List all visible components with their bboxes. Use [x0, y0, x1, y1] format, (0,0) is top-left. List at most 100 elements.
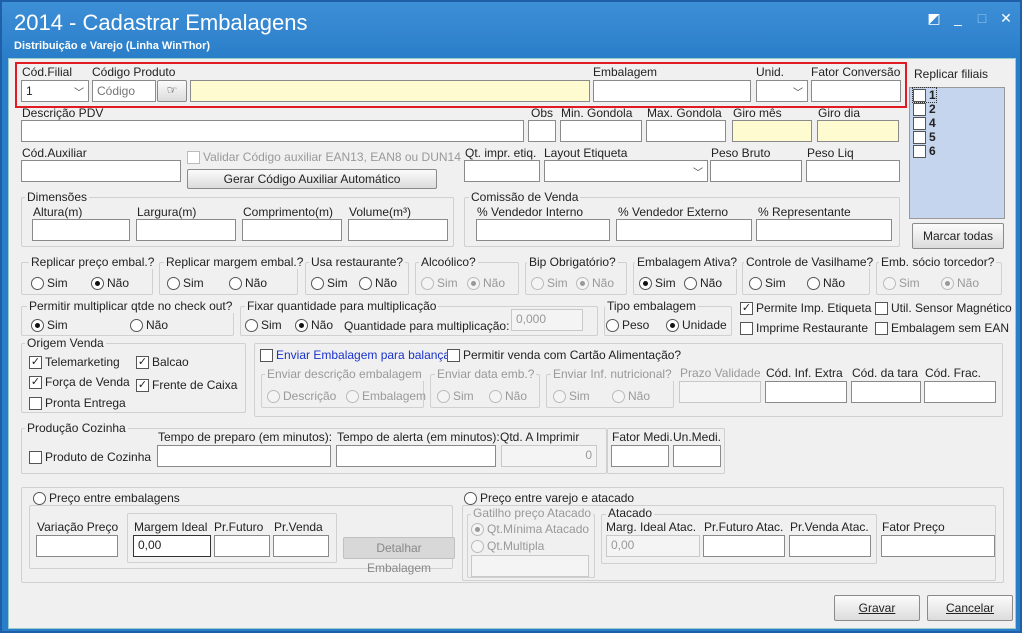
obs-input[interactable]	[528, 120, 556, 142]
alcoolico-nao-radio[interactable]: Não	[467, 276, 505, 290]
vendedor-interno-input[interactable]	[476, 219, 610, 241]
qt-minima-radio[interactable]: Qt.Mínima Atacado	[471, 522, 589, 536]
filial-checkbox-6[interactable]: 6	[913, 144, 936, 158]
emb-socio-nao-radio[interactable]: Não	[941, 276, 979, 290]
qt-multipla-radio[interactable]: Qt.Multipla	[471, 539, 544, 553]
restore-layout-icon[interactable]: ◩	[924, 10, 944, 26]
controle-vasilhame-nao-radio[interactable]: Não	[807, 276, 845, 290]
fixar-sim-radio[interactable]: Sim	[245, 318, 282, 332]
embalagem-radio[interactable]: Embalagem	[346, 389, 426, 403]
detalhar-embalagem-button[interactable]: Detalhar Embalagem	[343, 537, 455, 575]
gatilho-input[interactable]	[471, 555, 589, 577]
fator-preco-input[interactable]	[881, 535, 995, 557]
descricao-radio[interactable]: Descrição	[267, 389, 336, 403]
cod-frac-input[interactable]	[924, 381, 996, 403]
cod-tara-input[interactable]	[851, 381, 921, 403]
variacao-preco-input[interactable]	[36, 535, 118, 557]
peso-liq-input[interactable]	[806, 160, 900, 182]
replicar-margem-sim-radio[interactable]: Sim	[167, 276, 204, 290]
util-sensor-checkbox[interactable]: Util. Sensor Magnético	[875, 301, 1012, 315]
vendedor-externo-input[interactable]	[616, 219, 752, 241]
marg-ideal-atac-input[interactable]: 0,00	[606, 535, 700, 557]
preco-entre-embalagens-radio[interactable]: Preço entre embalagens	[31, 491, 182, 505]
qt-impr-input[interactable]	[464, 160, 540, 182]
usa-restaurante-sim-radio[interactable]: Sim	[311, 276, 348, 290]
max-gondola-input[interactable]	[646, 120, 726, 142]
filial-checkbox-2[interactable]: 2	[913, 102, 936, 116]
controle-vasilhame-sim-radio[interactable]: Sim	[749, 276, 786, 290]
bip-sim-radio[interactable]: Sim	[531, 276, 568, 290]
margem-ideal-input[interactable]: 0,00	[133, 535, 211, 557]
descricao-pdv-input[interactable]	[21, 120, 524, 142]
permitir-multiplicar-sim-radio[interactable]: Sim	[31, 318, 68, 332]
filial-checkbox-4[interactable]: 4	[913, 116, 936, 130]
enviar-data-sim-radio[interactable]: Sim	[437, 389, 474, 403]
un-medi-input[interactable]	[673, 445, 721, 467]
search-product-button[interactable]: ☞	[157, 80, 187, 102]
qtd-imprimir-input[interactable]: 0	[501, 445, 597, 467]
min-gondola-input[interactable]	[560, 120, 642, 142]
largura-input[interactable]	[136, 219, 236, 241]
pr-venda-atac-input[interactable]	[789, 535, 871, 557]
codigo-produto-input[interactable]	[92, 80, 156, 102]
tipo-unidade-radio[interactable]: Unidade	[666, 318, 727, 332]
prazo-validade-input[interactable]	[679, 381, 761, 403]
permitir-multiplicar-nao-radio[interactable]: Não	[130, 318, 168, 332]
validar-ean-checkbox[interactable]: Validar Código auxiliar EAN13, EAN8 ou D…	[187, 150, 461, 164]
cancelar-button[interactable]: Cancelar	[927, 595, 1013, 621]
tempo-alerta-input[interactable]	[336, 445, 496, 467]
fator-medi-input[interactable]	[611, 445, 669, 467]
frente-caixa-checkbox[interactable]: ✓ Frente de Caixa	[136, 378, 237, 392]
comprimento-input[interactable]	[242, 219, 342, 241]
embalagem-ativa-sim-radio[interactable]: Sim	[639, 276, 676, 290]
replicar-preco-sim-radio[interactable]: Sim	[31, 276, 68, 290]
preco-varejo-atacado-radio[interactable]: Preço entre varejo e atacado	[462, 491, 637, 505]
tipo-peso-radio[interactable]: Peso	[606, 318, 649, 332]
marcar-todas-button[interactable]: Marcar todas	[912, 223, 1004, 249]
representante-input[interactable]	[756, 219, 892, 241]
imprime-restaurante-checkbox[interactable]: Imprime Restaurante	[740, 321, 868, 335]
produto-cozinha-checkbox[interactable]: Produto de Cozinha	[29, 450, 151, 464]
telemarketing-checkbox[interactable]: ✓ Telemarketing	[29, 355, 120, 369]
pronta-entrega-checkbox[interactable]: Pronta Entrega	[29, 396, 126, 410]
unid-select[interactable]: ﹀	[756, 80, 808, 102]
descricao-produto-field[interactable]	[190, 80, 590, 102]
cod-filial-select[interactable]: 1 ﹀	[21, 80, 89, 102]
enviar-inf-sim-radio[interactable]: Sim	[553, 389, 590, 403]
minimize-icon[interactable]: _	[948, 10, 968, 26]
cartao-alimentacao-checkbox[interactable]: Permitir venda com Cartão Alimentação?	[447, 348, 681, 362]
tempo-preparo-input[interactable]	[157, 445, 331, 467]
embalagem-sem-ean-checkbox[interactable]: Embalagem sem EAN	[875, 321, 1009, 335]
maximize-icon[interactable]: □	[972, 10, 992, 26]
alcoolico-sim-radio[interactable]: Sim	[421, 276, 458, 290]
quantidade-multiplicacao-input[interactable]: 0,000	[511, 309, 583, 331]
replicar-margem-nao-radio[interactable]: Não	[229, 276, 267, 290]
emb-socio-sim-radio[interactable]: Sim	[883, 276, 920, 290]
layout-etiqueta-select[interactable]: ﹀	[544, 160, 708, 182]
permite-imp-etiqueta-checkbox[interactable]: ✓ Permite Imp. Etiqueta	[740, 301, 871, 315]
filial-checkbox-5[interactable]: 5	[913, 130, 936, 144]
embalagem-ativa-nao-radio[interactable]: Não	[684, 276, 722, 290]
pr-futuro-input[interactable]	[214, 535, 270, 557]
pr-futuro-atac-input[interactable]	[703, 535, 785, 557]
fixar-nao-radio[interactable]: Não	[295, 318, 333, 332]
gerar-codigo-button[interactable]: Gerar Código Auxiliar Automático	[187, 169, 437, 189]
cod-inf-extra-input[interactable]	[765, 381, 847, 403]
embalagem-input[interactable]	[593, 80, 751, 102]
forca-venda-checkbox[interactable]: ✓ Força de Venda	[29, 375, 130, 389]
gravar-button[interactable]: Gravar	[834, 595, 920, 621]
close-icon[interactable]: ✕	[996, 10, 1016, 26]
bip-nao-radio[interactable]: Não	[576, 276, 614, 290]
altura-input[interactable]	[32, 219, 130, 241]
volume-input[interactable]	[348, 219, 448, 241]
enviar-inf-nao-radio[interactable]: Não	[612, 389, 650, 403]
enviar-data-nao-radio[interactable]: Não	[489, 389, 527, 403]
enviar-balanca-checkbox[interactable]: Enviar Embalagem para balança	[260, 348, 450, 362]
replicar-preco-nao-radio[interactable]: Não	[91, 276, 129, 290]
pr-venda-input[interactable]	[273, 535, 329, 557]
cod-auxiliar-input[interactable]	[21, 160, 181, 182]
fator-conversao-input[interactable]	[811, 80, 901, 102]
balcao-checkbox[interactable]: ✓ Balcao	[136, 355, 189, 369]
filial-checkbox-1[interactable]: 1	[912, 87, 937, 103]
peso-bruto-input[interactable]	[710, 160, 802, 182]
